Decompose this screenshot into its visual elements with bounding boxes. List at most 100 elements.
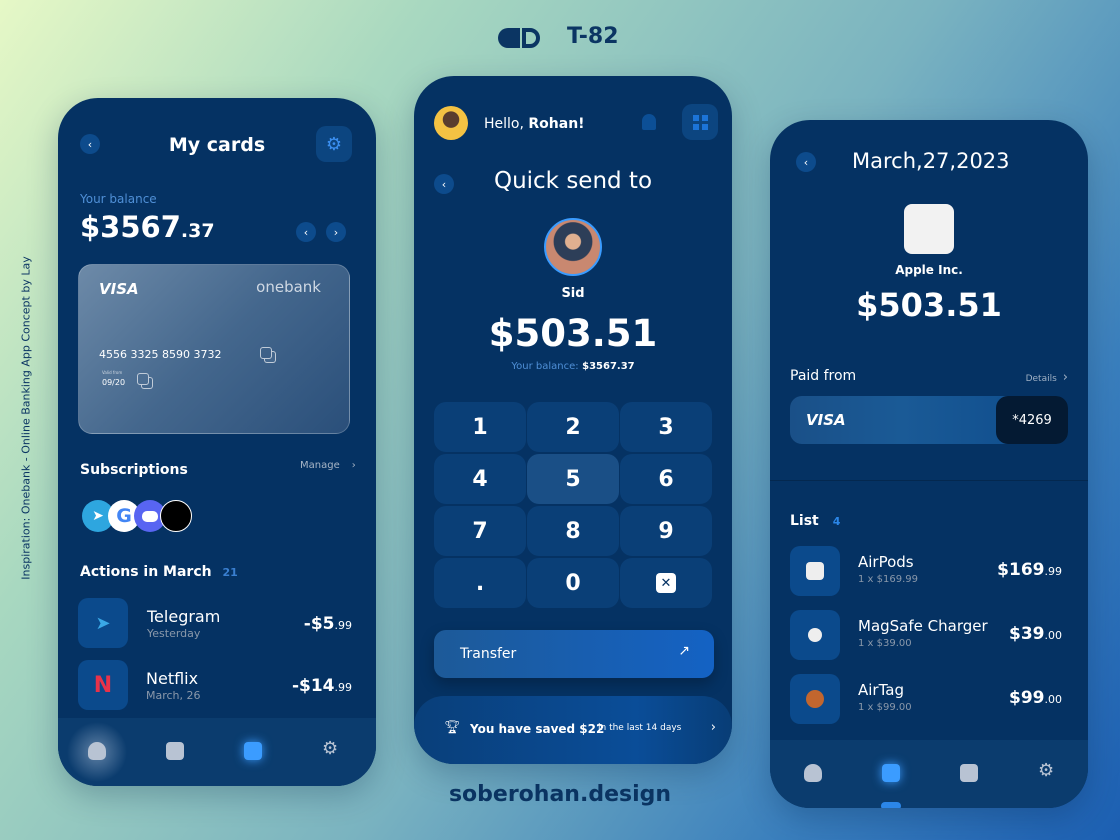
menu-button[interactable] xyxy=(682,104,718,140)
item-qty: 1 x $99.00 xyxy=(858,702,912,713)
bell-icon[interactable] xyxy=(642,114,656,130)
item-price: $99.00 xyxy=(1009,688,1062,708)
keypad-key[interactable]: 4 xyxy=(434,454,526,504)
list-title: List 4 xyxy=(790,513,840,529)
valid-date: 09/20 xyxy=(102,378,126,387)
actions-count: 21 xyxy=(222,566,238,579)
amount-main: -$14 xyxy=(291,676,335,696)
bottom-nav: ⚙ xyxy=(770,740,1088,808)
transaction-name: Telegram xyxy=(147,607,221,626)
settings-button[interactable]: ⚙ xyxy=(316,126,352,162)
transaction-name: Netflix xyxy=(146,669,199,688)
item-price: $169.99 xyxy=(997,560,1062,580)
transaction-date: Yesterday xyxy=(147,627,201,640)
stats-icon[interactable] xyxy=(166,742,184,760)
receipt-date: March,27,2023 xyxy=(852,149,1010,173)
keypad-key[interactable]: 2 xyxy=(527,402,619,452)
delete-icon: ✕ xyxy=(656,573,676,593)
bank-card[interactable]: VISA onebank 4556 3325 8590 3732 Valid f… xyxy=(78,264,350,434)
balance-value: $3567.37 xyxy=(582,361,635,372)
payment-card[interactable]: VISA *4269 xyxy=(790,396,1068,444)
saved-text: You have saved $22 xyxy=(470,722,605,736)
settings-icon[interactable]: ⚙ xyxy=(1038,760,1054,781)
saved-period: in the last 14 days xyxy=(598,723,682,733)
balance-label: Your balance: xyxy=(511,361,579,372)
apple-sub-icon[interactable] xyxy=(160,500,192,532)
magsafe-icon xyxy=(790,610,840,660)
bottom-nav: ⚙ xyxy=(58,718,376,786)
home-icon[interactable] xyxy=(804,764,822,782)
subscriptions-title: Subscriptions xyxy=(80,462,188,478)
cards-icon[interactable] xyxy=(244,742,262,760)
paid-from-label: Paid from xyxy=(790,368,857,384)
quick-send-screen: Hello, Rohan! ‹ Quick send to Sid $503.5… xyxy=(414,76,732,764)
gear-icon: ⚙ xyxy=(325,133,343,155)
cards-icon[interactable] xyxy=(960,764,978,782)
keypad-key[interactable]: 3 xyxy=(620,402,712,452)
price-cents: .99 xyxy=(1044,565,1063,578)
balance-cents: .37 xyxy=(180,220,215,242)
merchant-name: Apple Inc. xyxy=(895,263,963,277)
chevron-right-icon: › xyxy=(710,720,716,735)
back-button[interactable]: ‹ xyxy=(796,152,816,172)
copy-date-icon[interactable] xyxy=(137,373,149,385)
settings-icon[interactable]: ⚙ xyxy=(322,738,338,759)
item-name: AirTag xyxy=(858,681,904,699)
chevron-right-icon: › xyxy=(351,460,356,471)
design-code: T-82 xyxy=(567,24,619,49)
receipt-screen: ‹ March,27,2023 Apple Inc. $503.51 Paid … xyxy=(770,120,1088,808)
keypad-key[interactable]: 1 xyxy=(434,402,526,452)
apple-logo-icon xyxy=(904,204,954,254)
keypad-key[interactable]: 8 xyxy=(527,506,619,556)
card-last-digits: *4269 xyxy=(996,396,1068,444)
my-cards-screen: ‹ My cards ⚙ Your balance $3567.37 ‹ › V… xyxy=(58,98,376,786)
transaction-amount: -$5.99 xyxy=(304,614,352,634)
stats-icon[interactable] xyxy=(882,764,900,782)
item-qty: 1 x $169.99 xyxy=(858,574,918,585)
balance-amount: $3567.37 xyxy=(80,210,215,244)
transfer-button[interactable]: Transfer ↗ xyxy=(434,630,714,678)
backspace-key[interactable]: ✕ xyxy=(620,558,712,608)
item-qty: 1 x $39.00 xyxy=(858,638,912,649)
telegram-icon: ➤ xyxy=(78,598,128,648)
price-cents: .00 xyxy=(1044,693,1063,706)
home-icon[interactable] xyxy=(88,742,106,760)
airpods-icon xyxy=(790,546,840,596)
card-number: 4556 3325 8590 3732 xyxy=(99,348,222,361)
greeting: Hello, Rohan! xyxy=(484,116,585,132)
keypad-key[interactable]: 6 xyxy=(620,454,712,504)
page-title: Quick send to xyxy=(493,168,653,194)
keypad-key[interactable]: 0 xyxy=(527,558,619,608)
keypad-key[interactable]: 9 xyxy=(620,506,712,556)
keypad-key[interactable]: . xyxy=(434,558,526,608)
keypad-key[interactable]: 5 xyxy=(527,454,619,504)
visa-logo: VISA xyxy=(99,280,139,298)
balance-label: Your balance xyxy=(80,192,157,206)
list-label: List xyxy=(790,513,819,529)
transfer-label: Transfer xyxy=(460,646,517,662)
price-main: $99 xyxy=(1009,688,1045,708)
keypad-key[interactable]: 7 xyxy=(434,506,526,556)
amount-cents: .99 xyxy=(334,681,353,694)
balance-main: $3567 xyxy=(80,210,181,244)
user-avatar[interactable] xyxy=(434,106,468,140)
price-main: $169 xyxy=(997,560,1045,580)
amount-main: -$5 xyxy=(303,614,335,634)
copy-number-icon[interactable] xyxy=(260,347,272,359)
amount-cents: .99 xyxy=(334,619,353,632)
manage-link[interactable]: Manage › xyxy=(300,460,356,471)
item-name: AirPods xyxy=(858,553,914,571)
receipt-amount: $503.51 xyxy=(856,286,1002,324)
recipient-avatar[interactable] xyxy=(544,218,602,276)
prev-card-button[interactable]: ‹ xyxy=(296,222,316,242)
price-cents: .00 xyxy=(1044,629,1063,642)
manage-label: Manage xyxy=(300,460,340,471)
next-card-button[interactable]: › xyxy=(326,222,346,242)
transaction-date: March, 26 xyxy=(146,689,201,702)
details-link[interactable]: Details › xyxy=(1026,370,1068,385)
divider xyxy=(770,480,1088,481)
user-name: Rohan! xyxy=(528,116,585,132)
side-caption: Inspiration: Onebank - Online Banking Ap… xyxy=(19,256,33,580)
price-main: $39 xyxy=(1009,624,1045,644)
savings-banner[interactable]: 🏆︎ You have saved $22 in the last 14 day… xyxy=(414,696,732,764)
